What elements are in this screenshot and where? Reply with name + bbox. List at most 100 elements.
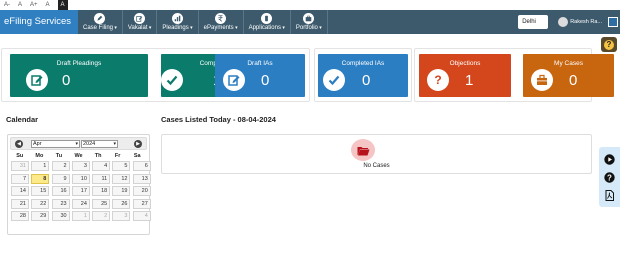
calendar-day[interactable]: 14 <box>11 186 29 196</box>
card-completed-ias[interactable]: Completed IAs 0 <box>318 54 408 97</box>
objections-group: Objections ? 1 My Cases 0 <box>414 48 614 102</box>
edit-icon <box>134 13 146 24</box>
calendar-day[interactable]: 22 <box>31 198 50 209</box>
calendar-day[interactable]: 11 <box>92 173 111 184</box>
top-navbar: eFiling Services Case Filing Vakalat Ple… <box>0 10 620 34</box>
next-month-icon[interactable]: ▶ <box>134 140 142 148</box>
calendar-day[interactable]: 17 <box>71 186 90 196</box>
month-select[interactable]: Apr <box>31 140 80 148</box>
calendar-widget: ◀ Apr 2024 ▶ Su Mo Tu We Th Fr Sa 311234… <box>7 134 151 235</box>
weekday-label: Su <box>16 153 24 159</box>
calendar-day[interactable]: 29 <box>31 211 50 221</box>
calendar-day[interactable]: 19 <box>112 186 131 196</box>
svg-text:?: ? <box>434 73 441 87</box>
card-draft-ias[interactable]: Draft IAs 0 <box>215 54 305 97</box>
nav-case-filing[interactable]: Case Filing <box>78 10 123 34</box>
card-count: 0 <box>569 72 578 89</box>
calendar-day[interactable]: 12 <box>112 173 131 184</box>
cases-listed-title: Cases Listed Today - 08-04-2024 <box>161 115 276 124</box>
help-button[interactable]: ? <box>601 37 617 52</box>
calendar-day[interactable]: 18 <box>92 186 111 196</box>
calendar-day[interactable]: 4 <box>92 161 111 171</box>
weekday-label: We <box>74 153 83 159</box>
nav-portfolio[interactable]: Portfolio <box>291 10 328 34</box>
check-icon <box>161 69 183 91</box>
briefcase-icon <box>531 69 553 91</box>
card-title: Draft Pleadings <box>56 60 102 67</box>
year-select[interactable]: 2024 <box>81 140 118 148</box>
language-flag-icon[interactable] <box>608 17 618 27</box>
calendar-day[interactable]: 5 <box>112 161 131 171</box>
pdf-icon[interactable] <box>604 189 615 201</box>
calendar-day[interactable]: 16 <box>51 186 70 196</box>
card-count: 0 <box>362 72 371 89</box>
nav-pleadings[interactable]: Pleadings <box>157 10 199 34</box>
user-menu[interactable]: Rakesh Ra... <box>558 17 602 27</box>
pencil-icon <box>94 13 106 24</box>
calendar-day[interactable]: 6 <box>132 161 151 171</box>
font-normal-button[interactable]: A <box>18 0 22 10</box>
check-icon <box>323 69 345 91</box>
avatar <box>558 17 569 27</box>
nav-label: Vakalat <box>128 25 151 31</box>
brand-title[interactable]: eFiling Services <box>0 10 78 34</box>
calendar-day[interactable]: 2 <box>51 161 70 171</box>
edit-icon <box>223 69 245 91</box>
help-icon[interactable]: ? <box>604 171 615 183</box>
calendar-day[interactable]: 10 <box>71 173 90 184</box>
calendar-day[interactable]: 31 <box>11 161 29 171</box>
calendar-day[interactable]: 30 <box>51 211 70 221</box>
calendar-day[interactable]: 25 <box>92 198 111 209</box>
calendar-day[interactable]: 7 <box>11 173 29 184</box>
calendar-day[interactable]: 1 <box>71 211 90 221</box>
theme-dark-button[interactable]: A <box>57 0 68 10</box>
nav-applications[interactable]: Applications <box>244 10 291 34</box>
card-title: My Cases <box>554 60 583 67</box>
font-size-bar: A- A A+ A A <box>0 0 620 10</box>
court-select[interactable]: Delhi <box>518 15 549 29</box>
calendar-day[interactable]: 20 <box>132 186 151 196</box>
calendar-day-today[interactable]: 8 <box>31 173 50 184</box>
nav-label: Pleadings <box>162 25 192 31</box>
rupee-icon <box>215 13 227 24</box>
calendar-day[interactable]: 1 <box>31 161 50 171</box>
briefcase-icon <box>303 13 315 24</box>
card-draft-pleadings[interactable]: Draft Pleadings 0 <box>10 54 148 97</box>
calendar-day[interactable]: 4 <box>132 211 151 221</box>
card-my-cases[interactable]: My Cases 0 <box>523 54 614 97</box>
nav-label: Portfolio <box>296 25 322 31</box>
font-increase-button[interactable]: A+ <box>30 0 38 10</box>
svg-text:?: ? <box>607 173 612 182</box>
weekday-label: Tu <box>55 153 63 159</box>
prev-month-icon[interactable]: ◀ <box>15 140 23 148</box>
question-icon: ? <box>427 69 449 91</box>
nav-epayments[interactable]: ePayments <box>199 10 244 34</box>
calendar-day[interactable]: 28 <box>11 211 29 221</box>
user-name: Rakesh Ra... <box>570 19 602 25</box>
calendar-day[interactable]: 23 <box>51 198 70 209</box>
calendar-day[interactable]: 21 <box>11 198 29 209</box>
calendar-day[interactable]: 26 <box>112 198 131 209</box>
calendar-day[interactable]: 9 <box>51 173 70 184</box>
nav-vakalat[interactable]: Vakalat <box>123 10 158 34</box>
card-count: 0 <box>261 72 270 89</box>
calendar-day[interactable]: 24 <box>71 198 90 209</box>
card-count: 0 <box>62 72 71 89</box>
no-cases-text: No Cases <box>363 163 390 169</box>
cases-list: No Cases <box>161 134 592 174</box>
nav-label: ePayments <box>204 25 238 31</box>
calendar-day[interactable]: 3 <box>112 211 131 221</box>
font-decrease-button[interactable]: A- <box>4 0 10 10</box>
calendar-day[interactable]: 27 <box>132 198 151 209</box>
card-objections[interactable]: Objections ? 1 <box>419 54 511 97</box>
question-icon: ? <box>604 39 614 50</box>
calendar-day[interactable]: 13 <box>132 173 151 184</box>
theme-light-button[interactable]: A <box>46 0 50 10</box>
calendar-day[interactable]: 3 <box>71 161 90 171</box>
nav-label: Case Filing <box>83 25 117 31</box>
chart-icon <box>172 13 184 24</box>
play-icon[interactable] <box>604 153 615 165</box>
weekday-header: Su Mo Tu We Th Fr Sa <box>10 152 147 161</box>
calendar-day[interactable]: 15 <box>31 186 50 196</box>
calendar-day[interactable]: 2 <box>92 211 111 221</box>
